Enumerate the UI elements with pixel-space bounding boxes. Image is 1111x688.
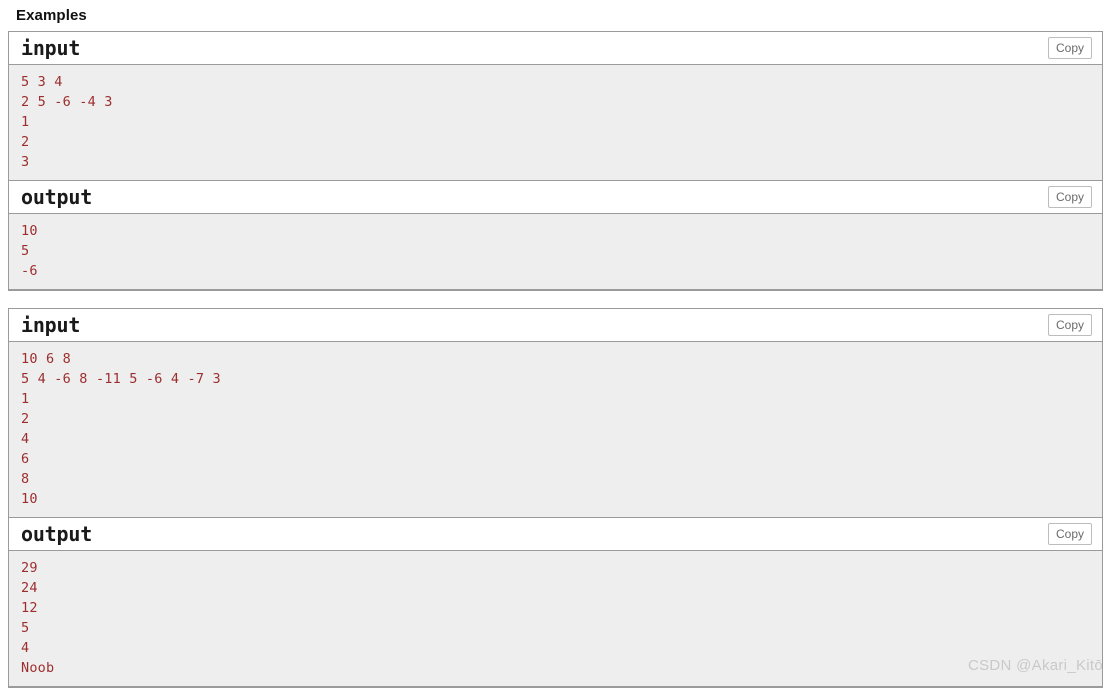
- copy-input-button[interactable]: Copy: [1047, 37, 1092, 59]
- output-header: output Copy: [9, 181, 1102, 214]
- page-title: Examples: [16, 7, 87, 24]
- copy-output-button[interactable]: Copy: [1047, 523, 1092, 545]
- input-label: input: [21, 313, 81, 337]
- code-line: 2 5 -6 -4 3: [21, 94, 113, 110]
- input-code-body: 10 6 8 5 4 -6 8 -11 5 -6 4 -7 3 1 2 4 6 …: [9, 342, 1102, 518]
- code-line: 2: [21, 134, 30, 150]
- example-block: input Copy 5 3 4 2 5 -6 -4 3 1 2 3 outpu…: [8, 31, 1103, 291]
- code-line: 10 6 8: [21, 351, 71, 367]
- input-header: input Copy: [9, 32, 1102, 65]
- example-input-group: input Copy 5 3 4 2 5 -6 -4 3 1 2 3: [9, 32, 1102, 181]
- output-label: output: [21, 185, 93, 209]
- output-code-body: 10 5 -6: [9, 214, 1102, 289]
- code-line: 5 4 -6 8 -11 5 -6 4 -7 3: [21, 371, 221, 387]
- copy-output-button[interactable]: Copy: [1047, 186, 1092, 208]
- input-label: input: [21, 36, 81, 60]
- code-line: Noob: [21, 660, 55, 676]
- code-line: 5: [21, 243, 30, 259]
- code-line: 8: [21, 471, 30, 487]
- code-line: 12: [21, 600, 38, 616]
- code-line: 10: [21, 223, 38, 239]
- input-code-body: 5 3 4 2 5 -6 -4 3 1 2 3: [9, 65, 1102, 181]
- code-line: 1: [21, 114, 30, 130]
- code-line: 2: [21, 411, 30, 427]
- example-output-group: output Copy 29 24 12 5 4 Noob: [9, 518, 1102, 686]
- copy-input-button[interactable]: Copy: [1047, 314, 1092, 336]
- example-block: input Copy 10 6 8 5 4 -6 8 -11 5 -6 4 -7…: [8, 308, 1103, 688]
- code-line: 4: [21, 431, 30, 447]
- code-line: 24: [21, 580, 38, 596]
- output-code-body: 29 24 12 5 4 Noob: [9, 551, 1102, 686]
- code-line: 10: [21, 491, 38, 507]
- example-output-group: output Copy 10 5 -6: [9, 181, 1102, 289]
- examples-page: Examples input Copy 5 3 4 2 5 -6 -4 3 1 …: [0, 0, 1111, 688]
- code-line: 4: [21, 640, 30, 656]
- example-input-group: input Copy 10 6 8 5 4 -6 8 -11 5 -6 4 -7…: [9, 309, 1102, 518]
- output-label: output: [21, 522, 93, 546]
- input-header: input Copy: [9, 309, 1102, 342]
- code-line: -6: [21, 263, 38, 279]
- code-line: 3: [21, 154, 30, 170]
- code-line: 6: [21, 451, 30, 467]
- output-header: output Copy: [9, 518, 1102, 551]
- code-line: 29: [21, 560, 38, 576]
- code-line: 1: [21, 391, 30, 407]
- code-line: 5 3 4: [21, 74, 63, 90]
- code-line: 5: [21, 620, 30, 636]
